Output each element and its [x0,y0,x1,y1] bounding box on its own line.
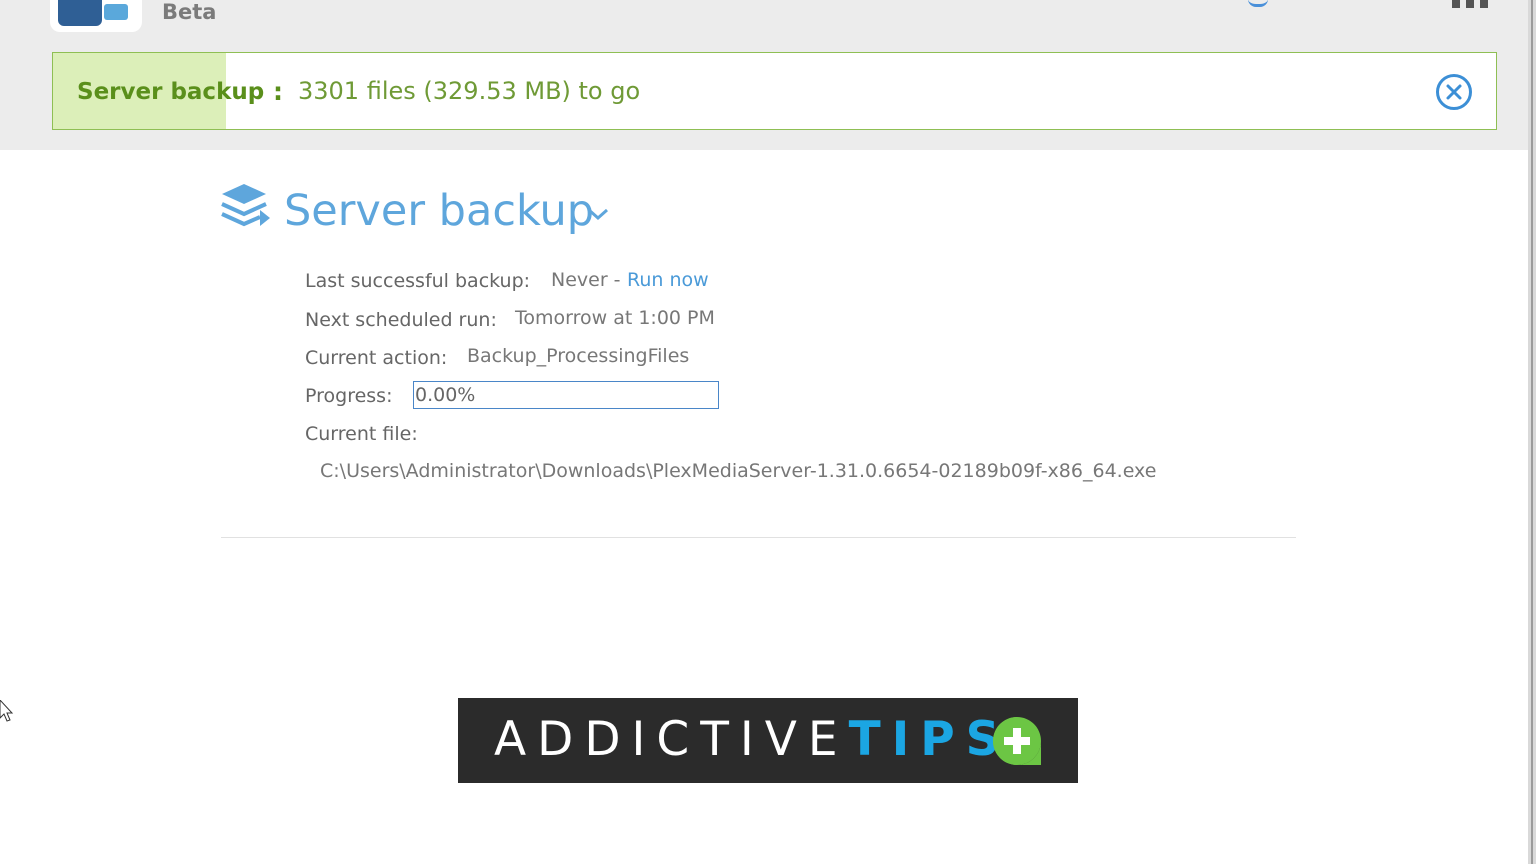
app-logo-accent [104,4,128,20]
watermark: ADDICTIVETIPS [458,698,1078,783]
current-action-label: Current action: [305,347,448,369]
run-now-link[interactable]: Run now [627,269,709,291]
menu-dot [1480,0,1488,8]
progress-bar: 0.00% [413,381,719,409]
menu-dot [1452,0,1460,8]
app-logo-mark [58,0,102,26]
banner-title: Server backup [77,79,265,105]
watermark-text-part2: TIPS [848,712,1011,767]
progress-label: Progress: [305,385,393,407]
plus-badge-icon [993,717,1041,765]
next-run-label: Next scheduled run: [305,309,497,331]
menu-icon[interactable] [1452,0,1488,8]
last-backup-value: Never - [551,269,621,291]
section-title[interactable]: Server backup [284,186,594,236]
current-file-label: Current file: [305,423,418,445]
next-run-value: Tomorrow at 1:00 PM [515,307,715,329]
progress-value: 0.00% [415,384,476,406]
app-subtitle: Beta [162,0,217,24]
stacked-layers-icon [221,184,270,227]
section-divider [221,537,1296,538]
current-file-path: C:\Users\Administrator\Downloads\PlexMed… [320,460,1157,482]
chevron-down-icon[interactable] [586,206,610,222]
watermark-text: ADDICTIVETIPS [494,712,1011,767]
mouse-cursor-icon [0,700,14,722]
last-backup-label: Last successful backup: [305,270,531,292]
current-action-value: Backup_ProcessingFiles [467,345,690,367]
menu-dot [1466,0,1474,8]
banner-status-text: 3301 files (329.53 MB) to go [298,77,641,105]
banner-separator: : [273,77,283,106]
backup-status-banner: Server backup : 3301 files (329.53 MB) t… [52,52,1497,130]
window-scrollbar[interactable] [1528,0,1536,864]
watermark-text-part1: ADDICTIVE [494,712,849,767]
close-circle-icon[interactable] [1435,73,1473,111]
